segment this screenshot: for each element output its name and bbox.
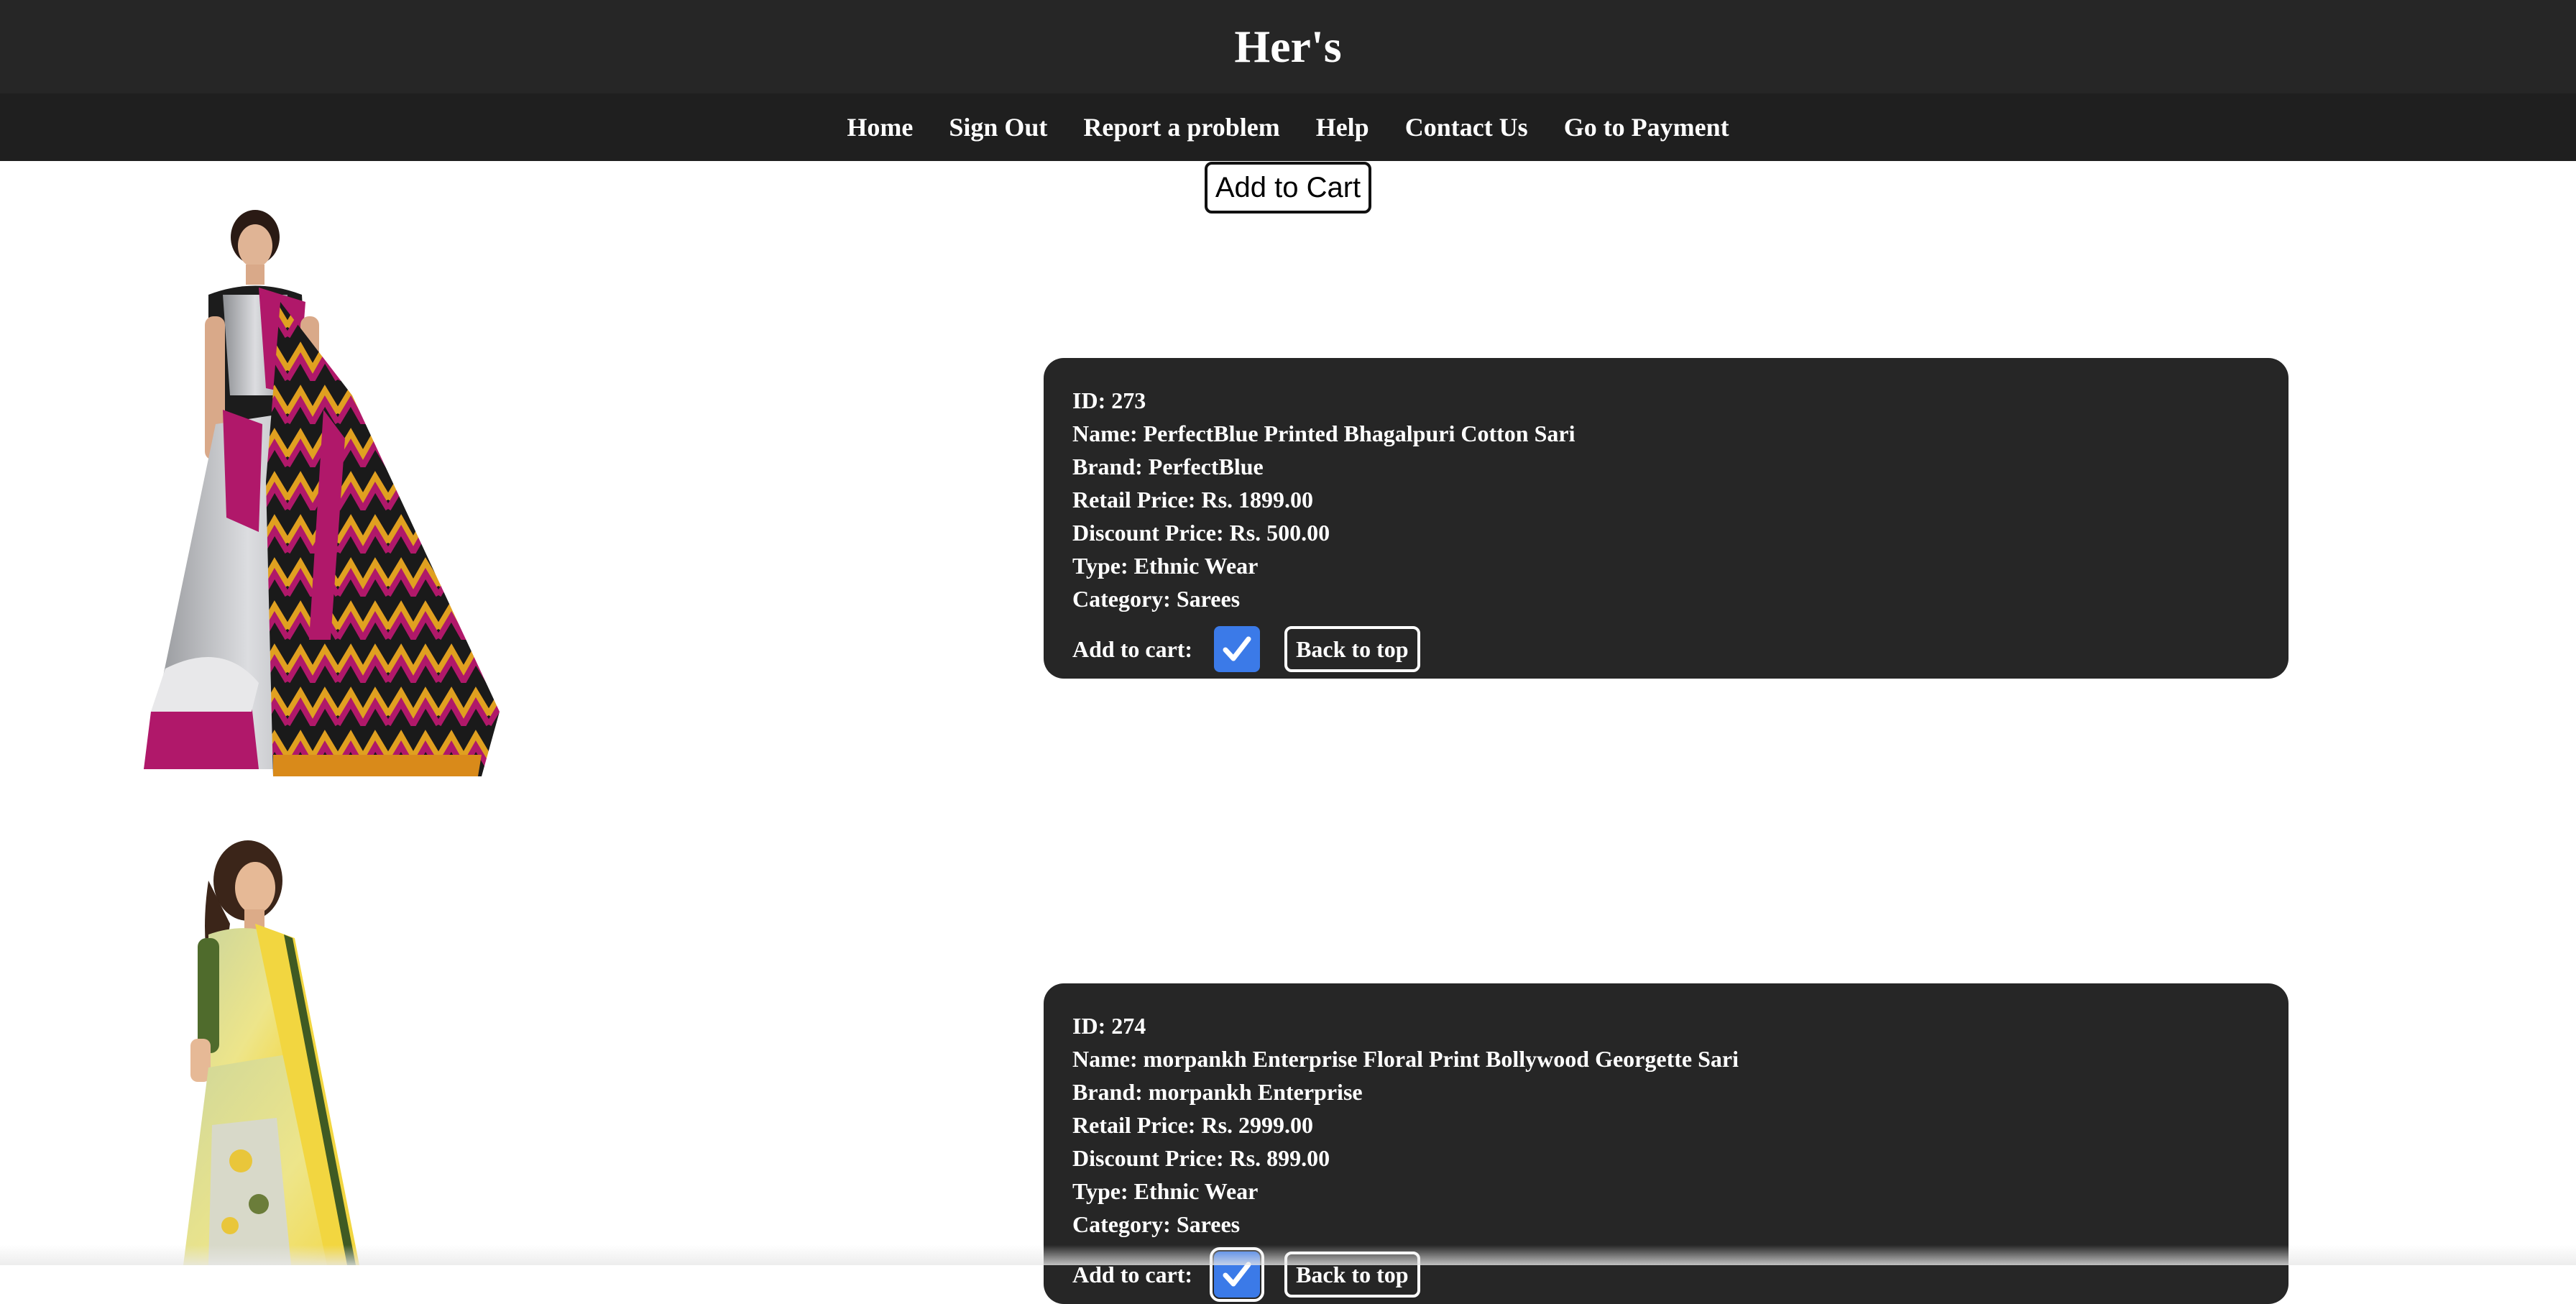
product-category: Category: Sarees [1072, 586, 1241, 612]
product-discount-price: Discount Price: Rs. 899.00 [1072, 1145, 1330, 1171]
cart-row: Add to cart: Back to top [1072, 624, 2260, 674]
site-header: Her's [0, 0, 2576, 93]
nav-sign-out[interactable]: Sign Out [949, 112, 1047, 142]
product-name: Name: PerfectBlue Printed Bhagalpuri Cot… [1072, 421, 1576, 446]
product-retail-price: Retail Price: Rs. 2999.00 [1072, 1112, 1314, 1138]
product-image-saree-printed [144, 210, 500, 776]
product-type: Type: Ethnic Wear [1072, 553, 1259, 579]
add-to-cart-checkbox[interactable] [1214, 626, 1261, 672]
add-to-cart-label: Add to cart: [1072, 1261, 1193, 1287]
nav-report-problem[interactable]: Report a problem [1083, 112, 1279, 142]
add-to-cart-button[interactable]: Add to Cart [1205, 162, 1371, 213]
product-card: ID: 273 Name: PerfectBlue Printed Bhagal… [1044, 358, 2288, 679]
nav-home[interactable]: Home [847, 112, 913, 142]
add-to-cart-label: Add to cart: [1072, 635, 1193, 662]
nav-contact-us[interactable]: Contact Us [1405, 112, 1528, 142]
product-retail-price: Retail Price: Rs. 1899.00 [1072, 487, 1314, 513]
product-name: Name: morpankh Enterprise Floral Print B… [1072, 1046, 1739, 1072]
product-type: Type: Ethnic Wear [1072, 1178, 1259, 1204]
product-brand: Brand: PerfectBlue [1072, 454, 1264, 479]
product-brand: Brand: morpankh Enterprise [1072, 1079, 1363, 1105]
nav-bar: Home Sign Out Report a problem Help Cont… [0, 93, 2576, 161]
product-id: ID: 274 [1072, 1013, 1146, 1039]
back-to-top-button[interactable]: Back to top [1284, 626, 1420, 672]
nav-go-to-payment[interactable]: Go to Payment [1564, 112, 1729, 142]
product-discount-price: Discount Price: Rs. 500.00 [1072, 520, 1330, 546]
product-category: Category: Sarees [1072, 1211, 1241, 1237]
product-image-saree-floral [183, 840, 359, 1265]
site-title: Her's [1234, 21, 1342, 72]
bottom-fade [0, 1245, 2576, 1265]
nav-help[interactable]: Help [1316, 112, 1369, 142]
product-id: ID: 273 [1072, 387, 1146, 413]
checkmark-icon [1223, 636, 1251, 661]
